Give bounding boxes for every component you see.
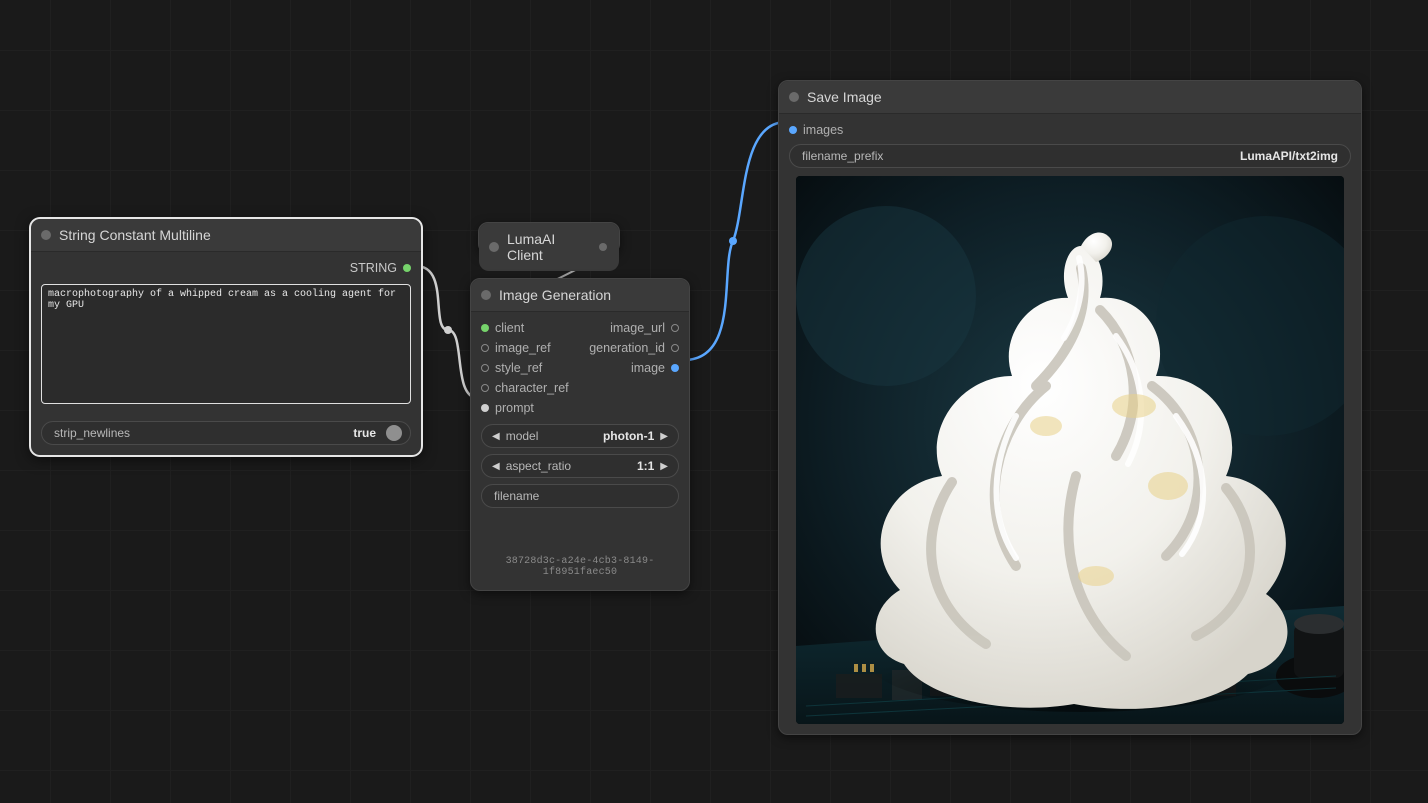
model-label: model xyxy=(502,429,543,443)
chevron-left-icon[interactable]: ◀ xyxy=(490,431,502,442)
node-title: Save Image xyxy=(807,89,882,105)
output-label-image: image xyxy=(631,361,665,375)
collapse-dot-icon[interactable] xyxy=(41,230,51,240)
filename-prefix-field[interactable]: filename_prefix LumaAPI/txt2img xyxy=(789,144,1351,168)
input-label-prompt: prompt xyxy=(495,401,534,415)
output-socket-image[interactable] xyxy=(671,364,679,372)
collapse-dot-icon[interactable] xyxy=(481,290,491,300)
output-socket-string[interactable] xyxy=(403,264,411,272)
input-label-style-ref: style_ref xyxy=(495,361,542,375)
node-header[interactable]: Image Generation xyxy=(471,279,689,312)
input-socket-character-ref[interactable] xyxy=(481,384,489,392)
input-label-image-ref: image_ref xyxy=(495,341,551,355)
chevron-right-icon[interactable]: ▶ xyxy=(658,431,670,442)
filename-prefix-label: filename_prefix xyxy=(798,149,887,163)
node-string-constant-multiline[interactable]: String Constant Multiline STRING strip_n… xyxy=(30,218,422,456)
output-socket-client[interactable] xyxy=(599,243,607,251)
aspect-ratio-label: aspect_ratio xyxy=(502,459,575,473)
output-socket-image-url[interactable] xyxy=(671,324,679,332)
output-socket-generation-id[interactable] xyxy=(671,344,679,352)
model-value: photon-1 xyxy=(599,429,658,443)
collapse-dot-icon[interactable] xyxy=(489,242,499,252)
input-socket-images[interactable] xyxy=(789,126,797,134)
toggle-knob-icon[interactable] xyxy=(386,425,402,441)
output-label-generation-id: generation_id xyxy=(589,341,665,355)
aspect-ratio-selector[interactable]: ◀ aspect_ratio 1:1 ▶ xyxy=(481,454,679,478)
input-socket-style-ref[interactable] xyxy=(481,364,489,372)
input-socket-client[interactable] xyxy=(481,324,489,332)
node-header[interactable]: Save Image xyxy=(779,81,1361,114)
model-selector[interactable]: ◀ model photon-1 ▶ xyxy=(481,424,679,448)
input-label-images: images xyxy=(803,123,843,137)
strip-newlines-value: true xyxy=(349,426,380,440)
generation-id-display: 38728d3c-a24e-4cb3-8149-1f8951faec50 xyxy=(481,556,679,578)
filename-label: filename xyxy=(490,489,543,503)
generated-image xyxy=(796,176,1344,724)
node-title: String Constant Multiline xyxy=(59,227,211,243)
node-save-image[interactable]: Save Image images filename_prefix LumaAP… xyxy=(778,80,1362,735)
node-lumaai-client[interactable]: LumaAI Client xyxy=(478,222,620,254)
input-label-client: client xyxy=(495,321,524,335)
strip-newlines-toggle[interactable]: strip_newlines true xyxy=(41,421,411,445)
input-socket-image-ref[interactable] xyxy=(481,344,489,352)
node-image-generation[interactable]: Image Generation client image_url image_… xyxy=(470,278,690,591)
node-title: Image Generation xyxy=(499,287,611,303)
node-header[interactable]: LumaAI Client xyxy=(479,223,619,271)
prompt-textarea[interactable] xyxy=(41,284,411,404)
chevron-left-icon[interactable]: ◀ xyxy=(490,461,502,472)
input-label-character-ref: character_ref xyxy=(495,381,569,395)
output-label-image-url: image_url xyxy=(610,321,665,335)
strip-newlines-label: strip_newlines xyxy=(50,426,134,440)
input-socket-prompt[interactable] xyxy=(481,404,489,412)
collapse-dot-icon[interactable] xyxy=(789,92,799,102)
image-preview[interactable] xyxy=(796,176,1344,724)
node-canvas[interactable]: String Constant Multiline STRING strip_n… xyxy=(0,0,1428,803)
chevron-right-icon[interactable]: ▶ xyxy=(658,461,670,472)
aspect-ratio-value: 1:1 xyxy=(633,459,658,473)
node-header[interactable]: String Constant Multiline xyxy=(31,219,421,252)
filename-field[interactable]: filename xyxy=(481,484,679,508)
node-title: LumaAI Client xyxy=(507,231,591,263)
output-label-string: STRING xyxy=(350,261,397,275)
filename-prefix-value: LumaAPI/txt2img xyxy=(1236,149,1342,163)
